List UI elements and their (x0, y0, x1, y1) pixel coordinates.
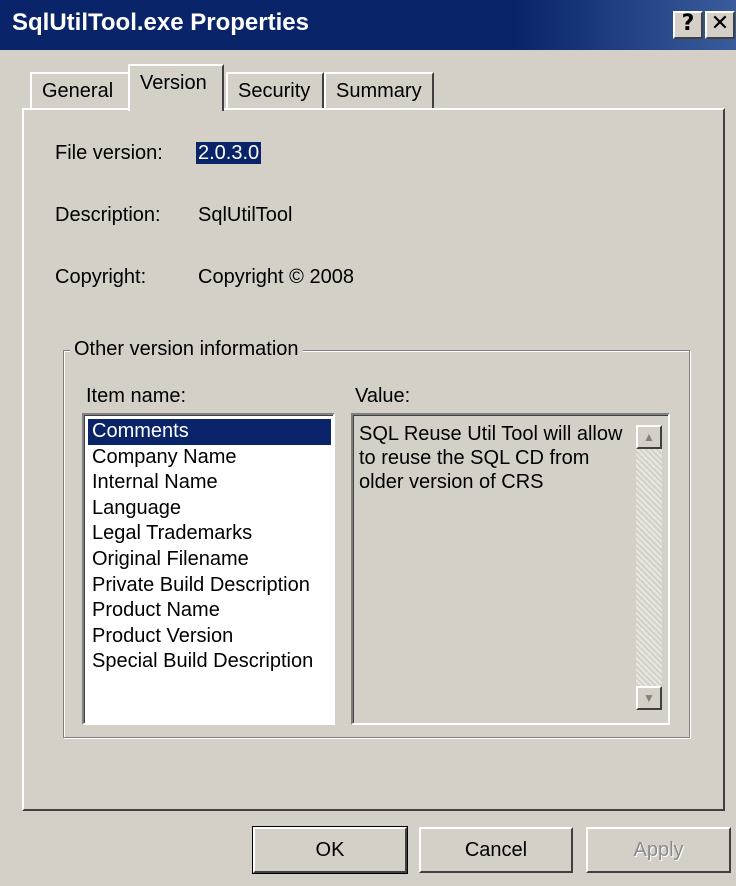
arrow-up-icon: ▲ (643, 430, 655, 444)
list-item-company-name[interactable]: Company Name (88, 445, 331, 471)
description-value[interactable]: SqlUtilTool (198, 204, 292, 227)
copyright-label: Copyright: (55, 266, 147, 288)
value-label: Value: (355, 385, 411, 407)
value-scrollbar[interactable]: ▲ ▼ (636, 425, 662, 710)
window-title: SqlUtilTool.exe Properties (12, 9, 309, 36)
item-name-label: Item name: (86, 385, 187, 407)
help-icon: ? (681, 11, 695, 36)
close-icon: ✕ (710, 11, 730, 36)
close-button[interactable]: ✕ (705, 11, 735, 39)
list-item-product-name[interactable]: Product Name (88, 598, 331, 624)
file-version-value[interactable]: 2.0.3.0 (196, 142, 262, 164)
list-item-original-filename[interactable]: Original Filename (88, 547, 331, 573)
other-version-info-label: Other version information (70, 338, 303, 361)
list-item-special-build-description[interactable]: Special Build Description (88, 649, 331, 675)
tab-general[interactable]: General (30, 72, 130, 109)
description-label: Description: (55, 204, 161, 226)
tab-summary[interactable]: Summary (324, 72, 434, 109)
scroll-down-button[interactable]: ▼ (636, 686, 662, 710)
arrow-down-icon: ▼ (643, 691, 655, 705)
list-item-legal-trademarks[interactable]: Legal Trademarks (88, 521, 331, 547)
scroll-up-button[interactable]: ▲ (636, 425, 662, 449)
value-textbox[interactable]: SQL Reuse Util Tool will allow to reuse … (351, 413, 670, 725)
ok-button[interactable]: OK (252, 826, 408, 874)
tab-version[interactable]: Version (128, 64, 224, 111)
item-name-list[interactable]: Comments Company Name Internal Name Lang… (82, 413, 335, 725)
file-version-label: File version: (55, 142, 163, 164)
list-item-internal-name[interactable]: Internal Name (88, 470, 331, 496)
title-bar[interactable]: SqlUtilTool.exe Properties ? ✕ (0, 0, 736, 50)
list-item-private-build-description[interactable]: Private Build Description (88, 573, 331, 599)
cancel-button[interactable]: Cancel (419, 827, 573, 873)
list-item-product-version[interactable]: Product Version (88, 624, 331, 650)
help-button[interactable]: ? (673, 11, 703, 39)
apply-button[interactable]: Apply (586, 827, 731, 873)
value-text[interactable]: SQL Reuse Util Tool will allow to reuse … (359, 422, 629, 494)
properties-dialog: SqlUtilTool.exe Properties ? ✕ General V… (0, 0, 736, 886)
list-item-comments[interactable]: Comments (88, 419, 331, 445)
copyright-value[interactable]: Copyright © 2008 (198, 266, 354, 289)
tab-security[interactable]: Security (226, 72, 324, 109)
list-item-language[interactable]: Language (88, 496, 331, 522)
